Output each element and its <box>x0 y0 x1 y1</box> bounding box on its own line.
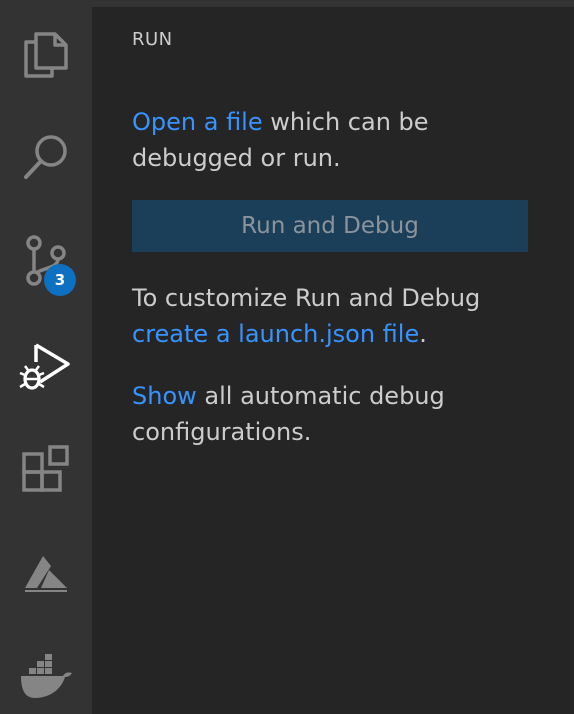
open-file-message: Open a file which can be debugged or run… <box>132 104 552 176</box>
activity-extensions[interactable] <box>0 420 92 520</box>
run-sidebar: RUN Open a file which can be debugged or… <box>92 7 574 714</box>
run-debug-icon <box>18 342 74 394</box>
activity-search[interactable] <box>0 107 92 207</box>
activity-docker[interactable] <box>0 627 92 714</box>
activity-azure[interactable] <box>0 525 92 625</box>
show-configurations-message: Show all automatic debug configurations. <box>132 378 552 450</box>
extensions-icon <box>21 445 71 495</box>
customize-message: To customize Run and Debug create a laun… <box>132 280 552 352</box>
activity-explorer[interactable] <box>0 4 92 104</box>
files-icon <box>22 28 70 80</box>
create-launch-json-link[interactable]: create a launch.json file <box>132 320 419 348</box>
customize-suffix: . <box>419 320 427 348</box>
azure-icon <box>21 554 71 596</box>
open-file-link[interactable]: Open a file <box>132 108 263 136</box>
docker-icon <box>19 654 73 700</box>
run-and-debug-button[interactable]: Run and Debug <box>132 200 528 252</box>
activity-run-debug[interactable] <box>0 318 92 418</box>
show-link[interactable]: Show <box>132 382 197 410</box>
activity-bar: 3 <box>0 0 92 714</box>
search-icon <box>21 132 71 182</box>
activity-source-control[interactable] <box>0 210 92 310</box>
vscode-window: 3 RUN Open a file which can be debugged … <box>0 0 574 714</box>
source-control-badge: 3 <box>44 264 76 296</box>
sidebar-title: RUN <box>132 29 173 50</box>
customize-text: To customize Run and Debug <box>132 284 481 312</box>
